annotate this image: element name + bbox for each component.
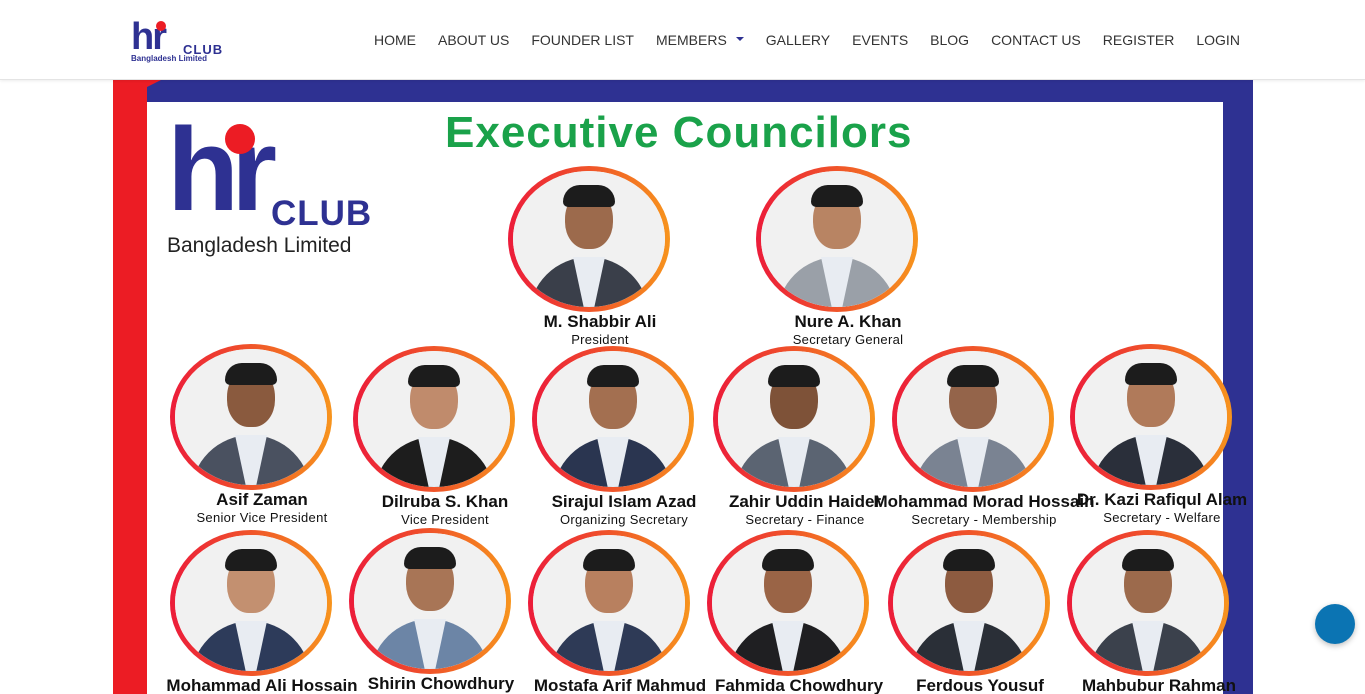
nav-login-label: LOGIN	[1196, 32, 1240, 48]
member-photo	[175, 349, 327, 485]
member-photo	[513, 171, 665, 307]
member-photo	[358, 351, 510, 487]
member-card: Mohammad Morad Hossain Secretary - Member…	[869, 346, 1095, 527]
banner-red-corner	[113, 80, 161, 104]
nav-home-label: HOME	[374, 32, 416, 48]
member-photo	[718, 351, 870, 487]
nav-register[interactable]: REGISTER	[1103, 32, 1175, 48]
member-photo	[537, 351, 689, 487]
banner-logo-dot	[225, 124, 255, 154]
nav-founder-list-label: FOUNDER LIST	[531, 32, 634, 48]
member-photo	[1072, 535, 1224, 671]
member-role: President	[571, 332, 629, 347]
member-photo-frame	[707, 530, 869, 676]
nav-events[interactable]: EVENTS	[852, 32, 908, 48]
member-card: Zahir Uddin Haider Secretary - Finance	[690, 346, 881, 527]
member-photo-frame	[353, 346, 515, 492]
nav-contact-us-label: CONTACT US	[991, 32, 1081, 48]
member-card: M. Shabbir Ali President	[485, 166, 675, 347]
banner-logo-subtitle: Bangladesh Limited	[167, 234, 352, 257]
member-name: M. Shabbir Ali	[543, 312, 657, 331]
member-photo	[1075, 349, 1227, 485]
member-photo-frame	[1067, 530, 1229, 676]
member-photo	[712, 535, 864, 671]
site-header: hr CLUB Bangladesh Limited HOME ABOUT US…	[0, 0, 1365, 80]
site-logo[interactable]: hr CLUB Bangladesh Limited	[131, 18, 243, 63]
member-photo	[354, 533, 506, 669]
member-card: Mohammad Ali Hossain	[147, 530, 358, 694]
member-card: Nure A. Khan Secretary General	[733, 166, 923, 347]
member-name: Dr. Kazi Rafiqul Alam	[1076, 490, 1248, 509]
chevron-down-icon	[735, 37, 744, 41]
member-photo-frame	[170, 530, 332, 676]
nav-home[interactable]: HOME	[374, 32, 416, 48]
member-photo-frame	[532, 346, 694, 492]
banner-panel: Executive Councilors hr CLUB Bangladesh …	[147, 102, 1247, 694]
banner-title: Executive Councilors	[445, 108, 913, 157]
logo-subtitle: Bangladesh Limited	[131, 54, 208, 63]
nav-events-label: EVENTS	[852, 32, 909, 48]
member-role: Secretary - Welfare	[1103, 510, 1221, 525]
member-name: Nure A. Khan	[794, 312, 902, 331]
member-photo-frame	[888, 530, 1050, 676]
member-photo-frame	[528, 530, 690, 676]
member-card: Fahmida Chowdhury	[684, 530, 883, 694]
member-photo-frame	[508, 166, 670, 312]
member-card: Mahbubur Rahman	[1044, 530, 1236, 694]
executive-councilors-banner: Executive Councilors hr CLUB Bangladesh …	[113, 80, 1253, 694]
member-photo-frame	[892, 346, 1054, 492]
member-card: Asif Zaman Senior Vice President	[147, 344, 337, 525]
member-role: Secretary General	[792, 332, 904, 347]
nav-gallery-label: GALLERY	[765, 32, 831, 48]
member-photo	[897, 351, 1049, 487]
main-nav: HOME ABOUT US FOUNDER LIST MEMBERS GALLE…	[374, 30, 1240, 50]
banner-logo-word: CLUB	[271, 194, 373, 233]
chat-button[interactable]	[1315, 604, 1355, 644]
nav-contact-us[interactable]: CONTACT US	[991, 32, 1081, 48]
nav-about-us[interactable]: ABOUT US	[438, 32, 509, 48]
member-card: Dr. Kazi Rafiqul Alam Secretary - Welfare	[1047, 344, 1247, 525]
nav-login[interactable]: LOGIN	[1196, 32, 1240, 48]
banner-logo: hr CLUB Bangladesh Limited	[167, 111, 377, 260]
nav-members[interactable]: MEMBERS	[656, 32, 744, 48]
member-photo	[761, 171, 913, 307]
nav-members-label: MEMBERS	[656, 32, 727, 48]
member-card: Sirajul Islam Azad Organizing Secretary	[509, 346, 699, 527]
member-photo-frame	[1070, 344, 1232, 490]
member-photo-frame	[349, 528, 511, 674]
member-card: Dilruba S. Khan Vice President	[330, 346, 520, 527]
nav-blog-label: BLOG	[930, 32, 970, 48]
nav-founder-list[interactable]: FOUNDER LIST	[531, 32, 634, 48]
member-name: Mahbubur Rahman	[1082, 676, 1236, 694]
nav-register-label: REGISTER	[1102, 32, 1175, 48]
nav-blog[interactable]: BLOG	[930, 32, 969, 48]
member-photo	[175, 535, 327, 671]
member-card: Ferdous Yousuf	[865, 530, 1055, 694]
member-photo-frame	[170, 344, 332, 490]
member-photo-frame	[713, 346, 875, 492]
logo-dot	[156, 21, 166, 31]
member-photo-frame	[756, 166, 918, 312]
member-photo	[533, 535, 685, 671]
nav-about-us-label: ABOUT US	[438, 32, 510, 48]
member-card: Mostafa Arif Mahmud	[505, 530, 706, 694]
member-photo	[893, 535, 1045, 671]
nav-gallery[interactable]: GALLERY	[766, 32, 830, 48]
banner-red-strip	[113, 80, 147, 694]
member-card: Shirin Chowdhury	[326, 528, 516, 694]
